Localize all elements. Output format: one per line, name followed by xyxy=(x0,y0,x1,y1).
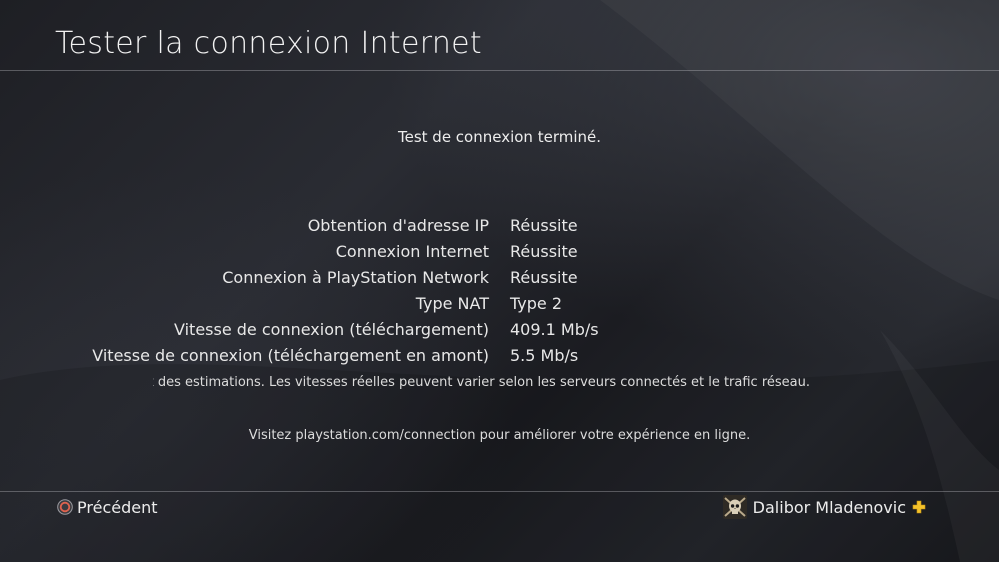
result-value: Type 2 xyxy=(510,294,563,313)
user-profile: Dalibor Mladenovic xyxy=(722,494,926,520)
result-label: Vitesse de connexion (téléchargement) xyxy=(174,320,489,339)
circle-button-icon xyxy=(57,499,73,515)
back-button[interactable]: Précédent xyxy=(57,496,158,518)
result-value: Réussite xyxy=(510,268,578,287)
result-row-ip-address: Obtention d'adresse IP Réussite xyxy=(0,213,999,239)
result-row-download-speed: Vitesse de connexion (téléchargement) 40… xyxy=(0,317,999,343)
result-value: Réussite xyxy=(510,216,578,235)
result-label: Vitesse de connexion (téléchargement en … xyxy=(92,346,489,365)
result-row-psn-connection: Connexion à PlayStation Network Réussite xyxy=(0,265,999,291)
result-value: 5.5 Mb/s xyxy=(510,346,579,365)
header-divider xyxy=(0,70,999,71)
result-label: Type NAT xyxy=(415,294,489,313)
result-label: Connexion à PlayStation Network xyxy=(222,268,489,287)
back-button-label: Précédent xyxy=(77,497,158,517)
result-row-upload-speed: Vitesse de connexion (téléchargement en … xyxy=(0,343,999,369)
speed-disclaimer: quement des estimations. Les vitesses ré… xyxy=(153,375,810,390)
playstation-plus-icon xyxy=(912,500,926,514)
footer-divider xyxy=(0,491,999,492)
user-name: Dalibor Mladenovic xyxy=(752,497,906,517)
visit-website-message: Visitez playstation.com/connection pour … xyxy=(248,428,751,443)
speed-disclaimer-container: quement des estimations. Les vitesses ré… xyxy=(153,375,853,395)
result-value: 409.1 Mb/s xyxy=(510,320,599,339)
skull-avatar xyxy=(722,495,747,519)
result-label: Obtention d'adresse IP xyxy=(307,216,489,235)
result-row-internet-connection: Connexion Internet Réussite xyxy=(0,239,999,265)
result-label: Connexion Internet xyxy=(335,242,489,261)
results-list: Obtention d'adresse IP Réussite Connexio… xyxy=(0,213,999,369)
result-row-nat-type: Type NAT Type 2 xyxy=(0,291,999,317)
result-value: Réussite xyxy=(510,242,578,261)
page-title: Tester la connexion Internet xyxy=(55,26,482,61)
test-status-message: Test de connexion terminé. xyxy=(397,128,602,146)
